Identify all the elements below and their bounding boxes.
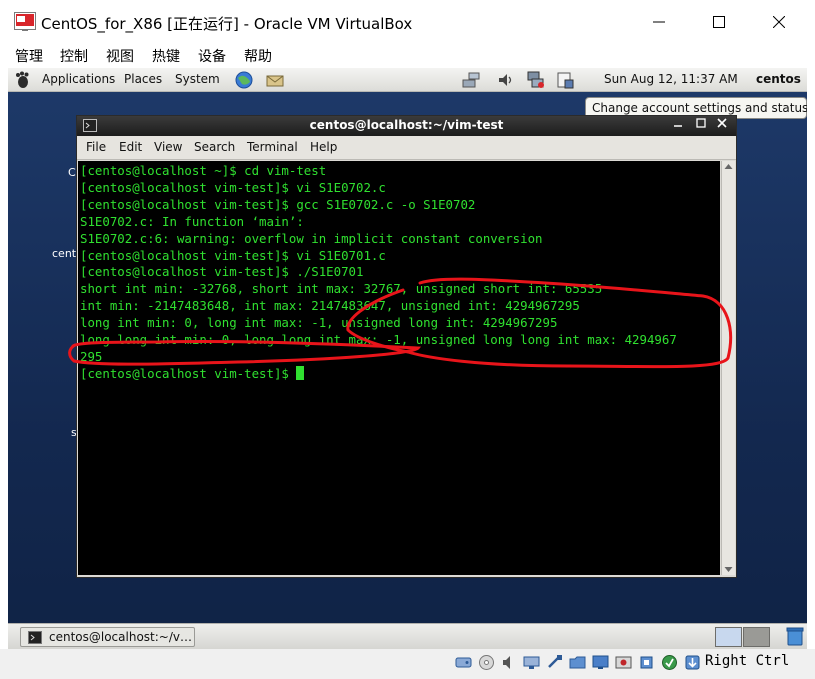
- vm-app-icon: [14, 12, 36, 31]
- terminal-line: [centos@localhost ~]$ cd vim-test: [80, 163, 327, 178]
- terminal-line: short int min: -32768, short int max: 32…: [80, 281, 603, 297]
- terminal-scrollbar[interactable]: [721, 161, 735, 575]
- terminal-menu-help[interactable]: Help: [310, 140, 337, 154]
- terminal-line: S1E0702.c:6: warning: overflow in implic…: [80, 230, 543, 246]
- gnome-foot-icon: [16, 71, 29, 88]
- terminal-maximize-button[interactable]: [693, 117, 709, 131]
- terminal-menu-file[interactable]: File: [86, 140, 106, 154]
- maximize-icon: [713, 16, 725, 28]
- vbox-titlebar: CentOS_for_X86 [正在运行] - Oracle VM Virtua…: [0, 0, 815, 44]
- trash-icon[interactable]: [786, 626, 804, 646]
- vbox-menubar: 管理 控制 视图 热键 设备 帮助: [0, 44, 815, 68]
- terminal-window[interactable]: centos@localhost:~/vim-test File Edit Vi…: [76, 115, 737, 578]
- close-icon: [773, 16, 785, 28]
- window-title: CentOS_for_X86 [正在运行] - Oracle VM Virtua…: [41, 15, 413, 33]
- terminal-line: long long int min: 0, long long int max:…: [80, 332, 677, 348]
- update-notifier-icon[interactable]: [555, 70, 575, 90]
- terminal-icon: [28, 631, 42, 644]
- terminal-prompt-line: [centos@localhost vim-test]$: [80, 365, 718, 383]
- gnome-top-panel: Applications Places System Sun Aug 12, 1…: [8, 68, 807, 92]
- menu-hotkeys[interactable]: 热键: [152, 46, 180, 66]
- shared-folders-icon[interactable]: [569, 654, 586, 671]
- optical-drive-icon[interactable]: [478, 654, 495, 671]
- terminal-menu-search[interactable]: Search: [194, 140, 235, 154]
- terminal-titlebar[interactable]: centos@localhost:~/vim-test: [77, 116, 736, 136]
- video-capture-icon[interactable]: [615, 654, 632, 671]
- mail-client-icon[interactable]: [265, 70, 285, 90]
- network-status-icon[interactable]: [526, 70, 546, 90]
- hard-disk-icon[interactable]: [455, 654, 472, 671]
- panel-user[interactable]: centos: [756, 72, 801, 86]
- workspace-1[interactable]: [715, 627, 742, 647]
- terminal-cursor: [296, 365, 305, 380]
- panel-places[interactable]: Places: [124, 72, 162, 86]
- panel-clock[interactable]: Sun Aug 12, 11:37 AM: [604, 72, 738, 86]
- keyboard-capture-icon[interactable]: [684, 654, 701, 671]
- usb-icon[interactable]: [546, 654, 563, 671]
- terminal-output[interactable]: [centos@localhost ~]$ cd vim-test [cento…: [78, 161, 720, 575]
- terminal-minimize-button[interactable]: [670, 117, 686, 131]
- terminal-menu-terminal[interactable]: Terminal: [247, 140, 298, 154]
- minimize-icon: [653, 21, 665, 23]
- close-button[interactable]: [750, 0, 808, 44]
- volume-icon[interactable]: [496, 70, 516, 90]
- scroll-up-icon[interactable]: [724, 163, 733, 170]
- terminal-title: centos@localhost:~/vim-test: [309, 118, 504, 132]
- gnome-bottom-panel: centos@localhost:~/v…: [8, 623, 807, 649]
- taskbar-terminal-button[interactable]: centos@localhost:~/v…: [20, 627, 195, 647]
- minimize-button[interactable]: [630, 0, 688, 44]
- vbox-statusbar: Right Ctrl: [0, 649, 815, 679]
- web-browser-icon[interactable]: [234, 70, 254, 90]
- host-key-label: Right Ctrl: [705, 653, 790, 669]
- scroll-down-icon[interactable]: [724, 566, 733, 573]
- menu-manage[interactable]: 管理: [15, 46, 43, 66]
- panel-applications[interactable]: Applications: [42, 72, 115, 86]
- terminal-close-button[interactable]: [714, 117, 730, 131]
- mouse-integration-icon[interactable]: [661, 654, 678, 671]
- terminal-line: int min: -2147483648, int max: 214748364…: [80, 298, 580, 314]
- terminal-line: S1E0702.c: In function ‘main’:: [80, 213, 304, 229]
- terminal-line: [centos@localhost vim-test]$ ./S1E0701: [80, 264, 364, 280]
- terminal-line: [centos@localhost vim-test]$ vi S1E0702.…: [80, 179, 386, 195]
- maximize-icon: [696, 118, 706, 128]
- terminal-line: long int min: 0, long int max: -1, unsig…: [80, 315, 558, 331]
- cpu-icon[interactable]: [638, 654, 655, 671]
- menu-control[interactable]: 控制: [60, 46, 88, 66]
- guest-screen[interactable]: Applications Places System Sun Aug 12, 1…: [8, 68, 807, 679]
- network-adapter-icon[interactable]: [523, 654, 540, 671]
- menu-devices[interactable]: 设备: [198, 46, 226, 66]
- terminal-line: [centos@localhost vim-test]$ gcc S1E0702…: [80, 196, 476, 212]
- terminal-prompt: [centos@localhost vim-test]$: [80, 365, 297, 381]
- network-manager-icon[interactable]: [461, 70, 481, 90]
- audio-icon[interactable]: [501, 654, 518, 671]
- desktop-icon-label[interactable]: cent: [52, 247, 76, 260]
- terminal-line: [centos@localhost vim-test]$ vi S1E0701.…: [80, 247, 386, 263]
- terminal-line: 295: [80, 348, 103, 364]
- workspace-2[interactable]: [743, 627, 770, 647]
- menu-view[interactable]: 视图: [106, 46, 134, 66]
- maximize-button[interactable]: [690, 0, 748, 44]
- terminal-menubar: File Edit View Search Terminal Help: [77, 136, 736, 160]
- menu-help[interactable]: 帮助: [244, 46, 272, 66]
- terminal-menu-edit[interactable]: Edit: [119, 140, 142, 154]
- close-icon: [717, 118, 727, 128]
- minimize-icon: [674, 125, 682, 127]
- panel-system[interactable]: System: [175, 72, 220, 86]
- taskbar-terminal-label: centos@localhost:~/v…: [49, 630, 192, 644]
- desktop-icon-label[interactable]: C: [68, 166, 76, 179]
- terminal-menu-view[interactable]: View: [154, 140, 182, 154]
- display-icon[interactable]: [592, 654, 609, 671]
